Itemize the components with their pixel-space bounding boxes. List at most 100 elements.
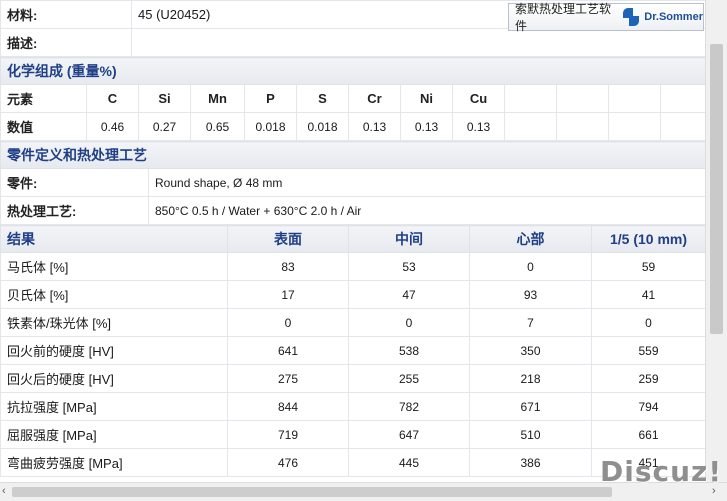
value-ni: 0.13 xyxy=(400,112,453,141)
scroll-left-arrow-icon[interactable]: ‹ xyxy=(2,485,6,497)
software-button-label: 索默热处理工艺软件 xyxy=(515,2,612,33)
table-row: 贝氏体 [%] 17 47 93 41 xyxy=(0,280,705,309)
value-row: 数值 0.46 0.27 0.65 0.018 0.018 0.13 0.13 … xyxy=(0,112,705,141)
table-row: 回火后的硬度 [HV] 275 255 218 259 xyxy=(0,364,705,393)
value-row-label: 数值 xyxy=(0,112,87,141)
cell-value: 0 xyxy=(348,308,470,337)
column-header-surface: 表面 xyxy=(227,225,349,253)
cell-value: 0 xyxy=(227,308,349,337)
part-label: 零件: xyxy=(0,168,149,197)
value-mn: 0.65 xyxy=(190,112,245,141)
table-row: 回火前的硬度 [HV] 641 538 350 559 xyxy=(0,336,705,365)
row-label: 回火后的硬度 [HV] xyxy=(0,364,228,393)
results-header-row: 结果 表面 中间 心部 1/5 (10 mm) xyxy=(0,225,705,253)
row-label: 弯曲疲劳强度 [MPa] xyxy=(0,448,228,477)
table-row: 屈服强度 [MPa] 719 647 510 661 xyxy=(0,420,705,449)
cell-value: 350 xyxy=(469,336,592,365)
row-label: 铁素体/珠光体 [%] xyxy=(0,308,228,337)
empty-cell xyxy=(504,112,557,141)
column-header-core: 心部 xyxy=(469,225,592,253)
cell-value: 17 xyxy=(227,280,349,309)
empty-cell xyxy=(504,84,557,113)
composition-section-header: 化学组成 (重量%) xyxy=(0,57,705,85)
empty-cell xyxy=(556,84,609,113)
cell-value: 0 xyxy=(469,252,592,281)
cell-value: 218 xyxy=(469,364,592,393)
results-table: 结果 表面 中间 心部 1/5 (10 mm) 马氏体 [%] 83 53 0 … xyxy=(0,225,705,477)
cell-value: 53 xyxy=(348,252,470,281)
horizontal-scroll-thumb[interactable] xyxy=(12,487,612,497)
cell-value: 0 xyxy=(591,308,705,337)
dr-sommer-software-button[interactable]: 索默热处理工艺软件 Dr.Sommer xyxy=(508,2,704,33)
element-cr: Cr xyxy=(348,84,401,113)
cell-value: 7 xyxy=(469,308,592,337)
cell-value: 641 xyxy=(227,336,349,365)
brand-name: Dr.Sommer xyxy=(644,11,703,23)
cell-value: 476 xyxy=(227,448,349,477)
cell-value: 559 xyxy=(591,336,705,365)
composition-section-title: 化学组成 (重量%) xyxy=(0,57,705,85)
description-label: 描述: xyxy=(0,28,132,57)
value-cr: 0.13 xyxy=(348,112,401,141)
element-row-label: 元素 xyxy=(0,84,87,113)
cell-value: 538 xyxy=(348,336,470,365)
cell-value: 647 xyxy=(348,420,470,449)
value-cu: 0.13 xyxy=(452,112,505,141)
element-si: Si xyxy=(138,84,191,113)
table-row: 抗拉强度 [MPa] 844 782 671 794 xyxy=(0,392,705,421)
element-mn: Mn xyxy=(190,84,245,113)
cell-value: 671 xyxy=(469,392,592,421)
cell-value: 59 xyxy=(591,252,705,281)
composition-table: 化学组成 (重量%) 元素 C Si Mn P S Cr Ni Cu 数值 0.… xyxy=(0,57,705,141)
cell-value: 47 xyxy=(348,280,470,309)
empty-cell xyxy=(659,84,705,113)
cell-value: 445 xyxy=(348,448,470,477)
element-p: P xyxy=(244,84,297,113)
row-label: 贝氏体 [%] xyxy=(0,280,228,309)
process-label: 热处理工艺: xyxy=(0,196,149,225)
part-section-header: 零件定义和热处理工艺 xyxy=(0,141,705,169)
empty-cell xyxy=(608,84,661,113)
cell-value: 83 xyxy=(227,252,349,281)
watermark-logo: Discuz! xyxy=(600,455,723,488)
part-value: Round shape, Ø 48 mm xyxy=(148,168,705,197)
cell-value: 275 xyxy=(227,364,349,393)
cell-value: 386 xyxy=(469,448,592,477)
row-label: 马氏体 [%] xyxy=(0,252,228,281)
row-label: 回火前的硬度 [HV] xyxy=(0,336,228,365)
value-s: 0.018 xyxy=(296,112,349,141)
part-row: 零件: Round shape, Ø 48 mm xyxy=(0,168,705,197)
cell-value: 510 xyxy=(469,420,592,449)
value-si: 0.27 xyxy=(138,112,191,141)
part-section-title: 零件定义和热处理工艺 xyxy=(0,141,705,169)
vertical-scrollbar[interactable] xyxy=(705,0,727,482)
vertical-scroll-thumb[interactable] xyxy=(710,44,723,334)
empty-cell xyxy=(556,112,609,141)
part-table: 零件定义和热处理工艺 零件: Round shape, Ø 48 mm 热处理工… xyxy=(0,141,705,225)
column-header-fifth-depth: 1/5 (10 mm) xyxy=(591,225,705,253)
process-value: 850°C 0.5 h / Water + 630°C 2.0 h / Air xyxy=(148,196,705,225)
report-viewport: 材料: 45 (U20452) 描述: 化学组成 (重量%) 元素 C Si M… xyxy=(0,0,705,482)
cell-value: 844 xyxy=(227,392,349,421)
empty-cell xyxy=(659,112,705,141)
material-label: 材料: xyxy=(0,0,132,29)
cell-value: 255 xyxy=(348,364,470,393)
cell-value: 782 xyxy=(348,392,470,421)
sommer-logo-icon xyxy=(623,8,640,26)
cell-value: 93 xyxy=(469,280,592,309)
element-ni: Ni xyxy=(400,84,453,113)
cell-value: 259 xyxy=(591,364,705,393)
value-c: 0.46 xyxy=(86,112,139,141)
table-row: 马氏体 [%] 83 53 0 59 xyxy=(0,252,705,281)
element-s: S xyxy=(296,84,349,113)
process-row: 热处理工艺: 850°C 0.5 h / Water + 630°C 2.0 h… xyxy=(0,196,705,225)
description-value xyxy=(131,28,705,57)
cell-value: 41 xyxy=(591,280,705,309)
empty-cell xyxy=(608,112,661,141)
column-header-middle: 中间 xyxy=(348,225,470,253)
element-cu: Cu xyxy=(452,84,505,113)
cell-value: 661 xyxy=(591,420,705,449)
cell-value: 719 xyxy=(227,420,349,449)
value-p: 0.018 xyxy=(244,112,297,141)
element-c: C xyxy=(86,84,139,113)
